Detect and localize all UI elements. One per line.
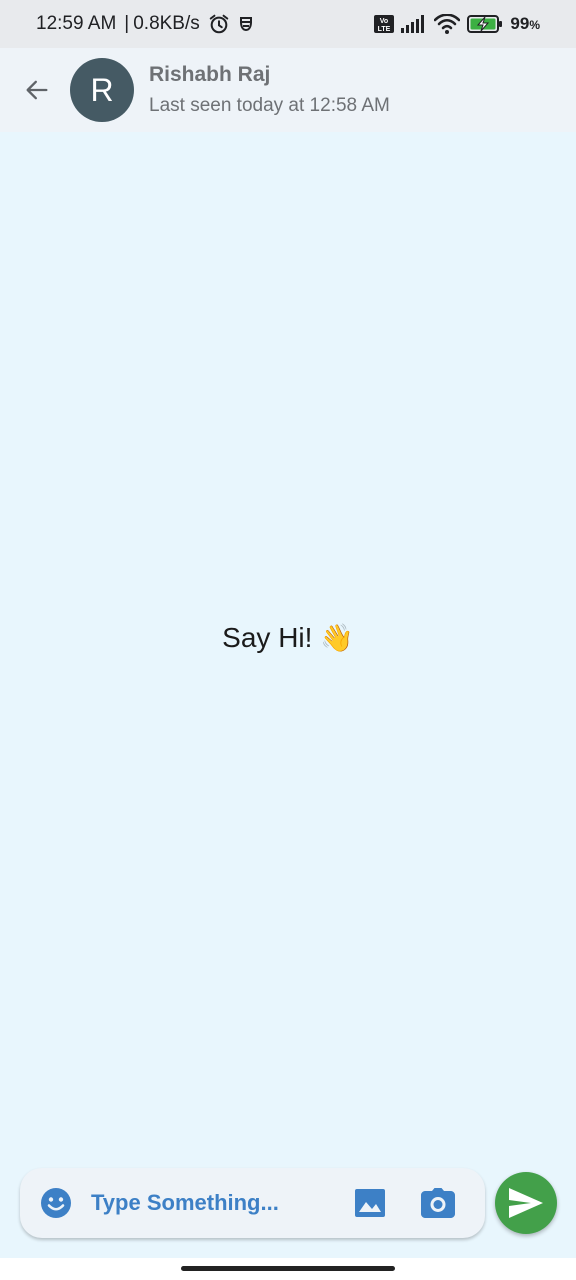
chat-messages-area: Say Hi! 👋 bbox=[0, 132, 576, 1258]
message-input[interactable] bbox=[91, 1183, 331, 1223]
volte-text-bottom: LTE bbox=[378, 26, 391, 33]
arrow-back-icon bbox=[23, 76, 51, 104]
chat-header: R Rishabh Raj Last seen today at 12:58 A… bbox=[0, 48, 576, 132]
image-icon bbox=[354, 1187, 386, 1219]
empty-chat-text: Say Hi! bbox=[222, 622, 313, 653]
emoji-icon bbox=[40, 1187, 72, 1219]
waving-hand-icon: 👋 bbox=[320, 623, 354, 653]
status-right: Vo LTE 99% bbox=[374, 14, 540, 34]
volte-icon: Vo LTE bbox=[374, 15, 395, 33]
status-time: 12:59 AM bbox=[36, 13, 117, 34]
contact-name: Rishabh Raj bbox=[149, 63, 271, 86]
avatar[interactable]: R bbox=[70, 58, 134, 122]
camera-button[interactable] bbox=[418, 1183, 458, 1223]
battery-percent: 99% bbox=[510, 14, 540, 33]
status-net-speed: 0.8KB/s bbox=[133, 13, 200, 34]
last-seen-status: Last seen today at 12:58 AM bbox=[149, 95, 390, 116]
send-icon bbox=[507, 1186, 545, 1220]
volte-text-top: Vo bbox=[380, 18, 388, 25]
notification-icon bbox=[238, 15, 254, 33]
gesture-navigation-bar bbox=[0, 1258, 576, 1280]
status-bar: 12:59 AM | 0.8KB/s Vo LTE 99% bbox=[0, 0, 576, 48]
battery-charging-icon bbox=[467, 14, 503, 34]
battery-unit: % bbox=[529, 18, 540, 32]
status-left: 12:59 AM | 0.8KB/s bbox=[36, 13, 254, 35]
send-button[interactable] bbox=[495, 1172, 557, 1234]
message-composer bbox=[20, 1168, 485, 1238]
signal-icon bbox=[401, 15, 427, 33]
empty-chat-message: Say Hi! 👋 bbox=[0, 622, 576, 654]
status-separator: | bbox=[124, 13, 130, 34]
home-gesture-handle[interactable] bbox=[181, 1266, 395, 1271]
wifi-icon bbox=[434, 14, 461, 34]
emoji-button[interactable] bbox=[36, 1183, 76, 1223]
camera-icon bbox=[421, 1188, 455, 1218]
back-button[interactable] bbox=[12, 65, 62, 115]
contact-info[interactable]: Rishabh Raj Last seen today at 12:58 AM bbox=[149, 63, 390, 117]
alarm-icon bbox=[208, 13, 230, 35]
gallery-button[interactable] bbox=[350, 1183, 390, 1223]
